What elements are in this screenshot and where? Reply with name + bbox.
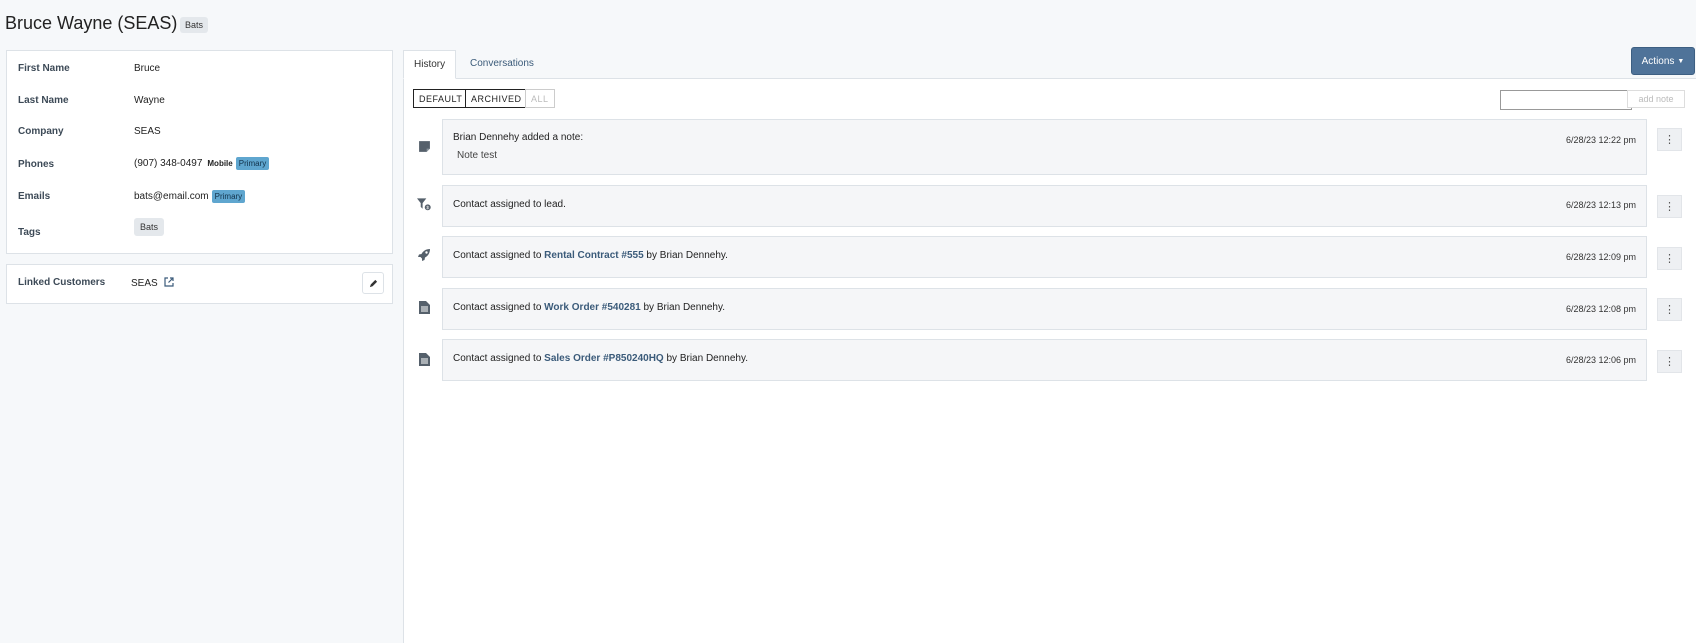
- funnel-icon: $: [417, 197, 431, 211]
- history-time: 6/28/23 12:22 pm: [1565, 135, 1636, 145]
- history-item: Contact assigned to Sales Order #P850240…: [442, 339, 1647, 381]
- caret-down-icon: ▼: [1677, 57, 1685, 65]
- pencil-icon: [369, 279, 377, 287]
- history-text: Brian Dennehy added a note:: [453, 132, 584, 143]
- company-value: SEAS: [134, 126, 161, 137]
- document-icon: [417, 300, 431, 314]
- history-item-menu-button[interactable]: ⋮: [1657, 298, 1682, 321]
- tags-value: Bats: [134, 218, 165, 236]
- history-item-menu-button[interactable]: ⋮: [1657, 128, 1682, 151]
- email-primary-badge: Primary: [211, 190, 246, 203]
- history-note-body: Note test: [457, 150, 498, 161]
- rental-contract-link[interactable]: Rental Contract #555: [544, 250, 643, 261]
- last-name-value: Wayne: [134, 95, 165, 106]
- external-link-icon[interactable]: [164, 277, 175, 287]
- phones-label: Phones: [18, 159, 55, 170]
- first-name-value: Bruce: [134, 63, 161, 74]
- work-order-link[interactable]: Work Order #540281: [544, 302, 641, 313]
- linked-customer-value[interactable]: SEAS: [131, 278, 158, 289]
- history-text: Contact assigned to Rental Contract #555…: [453, 250, 728, 261]
- last-name-label: Last Name: [18, 95, 69, 106]
- tab-conversations[interactable]: Conversations: [460, 50, 544, 77]
- history-text-pre: Contact assigned to: [453, 302, 545, 313]
- add-note-input[interactable]: [1500, 90, 1632, 110]
- history-item-menu-button[interactable]: ⋮: [1657, 195, 1682, 218]
- edit-linked-customers-button[interactable]: [362, 272, 384, 294]
- history-text: Contact assigned to lead.: [453, 199, 566, 210]
- linked-customer-row[interactable]: SEAS: [131, 277, 175, 289]
- email-row: bats@email.com Primary: [134, 190, 246, 203]
- company-label: Company: [18, 126, 64, 137]
- filter-default-button[interactable]: DEFAULT: [413, 89, 469, 108]
- actions-button[interactable]: Actions ▼: [1631, 47, 1695, 75]
- history-text-post: by Brian Dennehy.: [640, 302, 726, 313]
- history-text: Contact assigned to Sales Order #P850240…: [453, 353, 748, 364]
- email-value[interactable]: bats@email.com: [134, 191, 209, 202]
- history-time: 6/28/23 12:08 pm: [1565, 304, 1636, 314]
- tags-label: Tags: [18, 227, 41, 238]
- emails-label: Emails: [18, 191, 51, 202]
- filter-archived-button[interactable]: ARCHIVED: [465, 89, 528, 108]
- phone-primary-badge: Primary: [235, 157, 270, 170]
- linked-customers-card: Linked Customers SEAS: [6, 264, 393, 304]
- tag-chip: Bats: [134, 218, 165, 236]
- page-title: Bruce Wayne (SEAS): [5, 13, 178, 33]
- history-text-pre: Contact assigned to: [453, 250, 545, 261]
- tab-history[interactable]: History: [403, 50, 457, 79]
- linked-customers-label: Linked Customers: [18, 277, 106, 288]
- filter-all-button[interactable]: ALL: [525, 89, 555, 108]
- history-item: Brian Dennehy added a note: Note test 6/…: [442, 119, 1647, 175]
- contact-info-card: First Name Bruce Last Name Wayne Company…: [6, 50, 393, 254]
- phone-value[interactable]: (907) 348-0497: [134, 158, 202, 169]
- svg-text:$: $: [426, 204, 429, 209]
- actions-label: Actions: [1641, 55, 1675, 67]
- history-item: Contact assigned to Rental Contract #555…: [442, 236, 1647, 278]
- history-item-menu-button[interactable]: ⋮: [1657, 350, 1682, 373]
- history-time: 6/28/23 12:09 pm: [1565, 252, 1636, 262]
- history-item-menu-button[interactable]: ⋮: [1657, 247, 1682, 270]
- history-text-post: by Brian Dennehy.: [663, 353, 749, 364]
- history-text: Contact assigned to Work Order #540281 b…: [453, 302, 725, 313]
- history-text-pre: Contact assigned to: [453, 353, 545, 364]
- first-name-label: First Name: [18, 63, 70, 74]
- phone-row: (907) 348-0497 Mobile Primary: [134, 157, 270, 170]
- note-icon: [417, 139, 431, 153]
- history-time: 6/28/23 12:06 pm: [1565, 355, 1636, 365]
- sales-order-link[interactable]: Sales Order #P850240HQ: [544, 353, 664, 364]
- title-tag-badge: Bats: [180, 17, 209, 33]
- history-item: Contact assigned to Work Order #540281 b…: [442, 288, 1647, 330]
- history-time: 6/28/23 12:13 pm: [1565, 200, 1636, 210]
- phone-type: Mobile: [207, 159, 233, 168]
- rocket-icon: [417, 248, 431, 262]
- add-note-button[interactable]: add note: [1627, 90, 1685, 108]
- history-text-post: by Brian Dennehy.: [643, 250, 728, 261]
- document-icon: [417, 352, 431, 366]
- history-item: Contact assigned to lead. 6/28/23 12:13 …: [442, 185, 1647, 227]
